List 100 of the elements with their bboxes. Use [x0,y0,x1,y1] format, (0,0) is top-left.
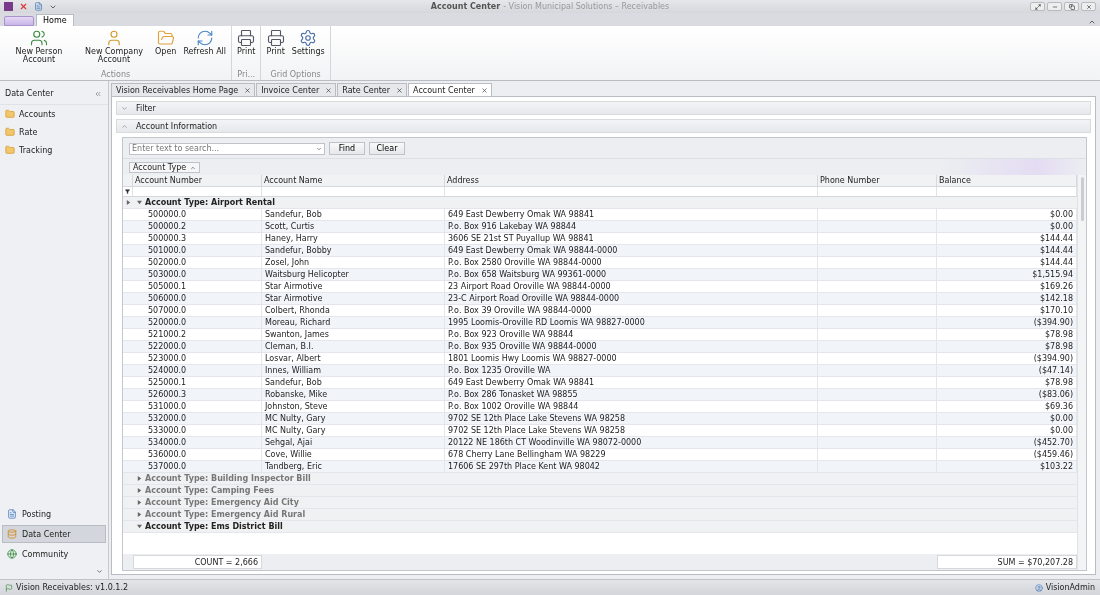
ribbon-button[interactable]: Print [263,28,288,70]
table-cell: Star Airmotive [262,293,445,304]
ribbon-button[interactable]: New Person Account [2,28,76,70]
table-cell: 649 East Dewberry Omak WA 98841 [445,209,818,220]
document-tab[interactable]: Account Center [408,83,492,96]
table-cell: 1801 Loomis Hwy Loomis WA 98827-0000 [445,353,818,364]
table-cell: 531000.0 [145,401,262,412]
table-cell: 1995 Loomis-Oroville RD Loomis WA 98827-0000 [445,317,818,328]
table-cell: Star Airmotive [262,281,445,292]
table-cell: 505000.1 [145,281,262,292]
sidebar-title: Data Center [5,89,54,98]
version-label: Vision Receivables: v1.0.1.2 [16,583,129,592]
table-cell: 537000.0 [145,461,262,472]
table-cell: P.o. Box 39 Oroville WA 98844-0000 [445,305,818,316]
table-cell: Sandefur, Bob [262,209,445,220]
ribbon-group-label: Actions [99,70,132,80]
table-cell: Scott, Curtis [262,221,445,232]
table-cell: Sandefur, Bobby [262,245,445,256]
table-cell: Robanske, Mike [262,389,445,400]
search-button[interactable]: Find [329,142,365,155]
table-cell: 507000.0 [145,305,262,316]
table-cell: P.o. Box 1235 Oroville WA [445,365,818,376]
table-cell: Moreau, Richard [262,317,445,328]
table-cell: 524000.0 [145,365,262,376]
ribbon-button[interactable]: Print [234,28,259,70]
table-cell: Haney, Harry [262,233,445,244]
table-cell: 9702 SE 12th Place Lake Stevens WA 98258 [445,413,818,424]
table-cell: Tandberg, Eric [262,461,445,472]
table-cell: 526000.3 [145,389,262,400]
nav-item[interactable]: Data Center [2,525,106,543]
table-cell: 506000.0 [145,293,262,304]
ribbon-tab[interactable]: Home [36,14,74,26]
count-summary: COUNT = 2,666 [133,555,262,569]
table-cell: 532000.0 [145,413,262,424]
nav-item[interactable]: Community [2,545,106,563]
table-cell: P.o. Box 286 Tonasket WA 98855 [445,389,818,400]
table-cell: Cleman, B.I. [262,341,445,352]
table-cell: Sandefur, Bob [262,377,445,388]
search-field[interactable]: Enter text to search... [129,142,325,155]
sum-summary: SUM = $70,207.28 [937,555,1077,569]
table-cell: 533000.0 [145,425,262,436]
table-cell: MC Nulty, Gary [262,425,445,436]
table-cell: 500000.2 [145,221,262,232]
table-cell: P.o. Box 935 Oroville WA 98844-0000 [445,341,818,352]
ribbon-button[interactable]: Refresh All [180,28,230,70]
sidebar-item[interactable]: Tracking [0,141,108,159]
search-button[interactable]: Clear [369,142,405,155]
table-cell: 500000.0 [145,209,262,220]
table-cell: 503000.0 [145,269,262,280]
table-cell: 523000.0 [145,353,262,364]
table-cell: Zosel, John [262,257,445,268]
table-cell: 23-C Airport Road Oroville WA 98844-0000 [445,293,818,304]
panel-header[interactable]: Filter [116,101,1091,115]
table-cell: Cove, Willie [262,449,445,460]
panel-header[interactable]: Account Information [116,119,1091,133]
table-cell: 500000.3 [145,233,262,244]
table-cell: 520000.0 [145,317,262,328]
table-cell: 502000.0 [145,257,262,268]
ribbon-group-label: Pri... [236,70,257,80]
table-cell: 9702 SE 12th Place Lake Stevens WA 98258 [445,425,818,436]
ribbon-button[interactable]: Open [152,28,180,70]
table-cell: 20122 NE 186th CT Woodinville WA 98072-0000 [445,437,818,448]
sidebar-item[interactable]: Accounts [0,105,108,123]
table-cell: P.o. Box 916 Lakebay WA 98844 [445,221,818,232]
table-cell: MC Nulty, Gary [262,413,445,424]
column-header[interactable]: Address [445,175,818,186]
column-header[interactable]: Account Name [262,175,445,186]
ribbon-group-label: Grid Options [269,70,322,80]
document-tab[interactable]: Rate Center [337,83,408,96]
ribbon-button[interactable]: New Company Account [77,28,151,70]
group-by-chip[interactable]: Account Type [129,162,201,173]
nav-item[interactable]: Posting [2,505,106,523]
table-cell: Losvar, Albert [262,353,445,364]
table-cell: Johnston, Steve [262,401,445,412]
document-tab[interactable]: Vision Receivables Home Page [111,83,256,96]
ribbon-button[interactable]: Settings [288,28,328,70]
table-cell: 534000.0 [145,437,262,448]
table-cell: 501000.0 [145,245,262,256]
table-cell: P.o. Box 1002 Oroville WA 98844 [445,401,818,412]
table-cell: 525000.1 [145,377,262,388]
table-cell: Waitsburg Helicopter [262,269,445,280]
table-cell: 522000.0 [145,341,262,352]
table-cell: Colbert, Rhonda [262,305,445,316]
document-tab[interactable]: Invoice Center [256,83,337,96]
window-subtitle: - Vision Municipal Solutions – Receivables [503,2,670,11]
table-cell: Innes, William [262,365,445,376]
table-cell: 17606 SE 297th Place Kent WA 98042 [445,461,818,472]
table-cell: 521000.2 [145,329,262,340]
user-label: VisionAdmin [1045,583,1095,592]
sidebar-item[interactable]: Rate [0,123,108,141]
table-cell: 649 East Dewberry Omak WA 98844-0000 [445,245,818,256]
table-cell: 23 Airport Road Oroville WA 98844-0000 [445,281,818,292]
column-header[interactable]: Phone Number [818,175,937,186]
table-cell: 536000.0 [145,449,262,460]
column-header[interactable]: Account Number [133,175,262,186]
table-cell: 678 Cherry Lane Bellingham WA 98229 [445,449,818,460]
table-cell: P.o. Box 658 Waitsburg WA 99361-0000 [445,269,818,280]
window-title: Account Center [430,2,501,11]
table-cell: Sehgal, Ajai [262,437,445,448]
table-cell: 649 East Dewberry Omak WA 98841 [445,377,818,388]
